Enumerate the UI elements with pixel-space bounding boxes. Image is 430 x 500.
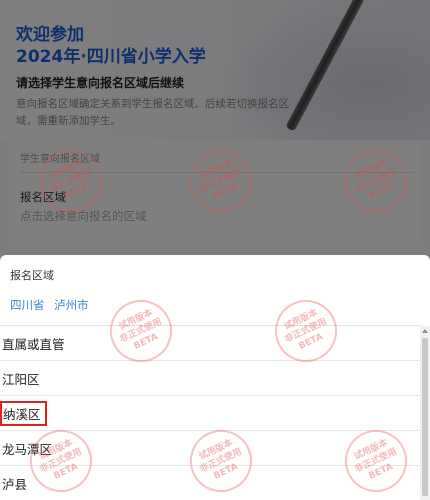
area-option-naxi[interactable]: 纳溪区 [0, 396, 420, 431]
option-label: 泸县 [2, 476, 28, 492]
area-option-jiangyang[interactable]: 江阳区 [0, 361, 420, 396]
breadcrumb: 四川省 泸州市 [10, 297, 95, 313]
option-scrollbar[interactable] [420, 326, 430, 500]
option-label: 江阳区 [2, 371, 40, 387]
scroll-up-arrow-icon[interactable] [422, 329, 428, 333]
breadcrumb-province[interactable]: 四川省 [10, 298, 45, 312]
option-label: 纳溪区 [0, 400, 47, 426]
picker-title: 报名区域 [10, 269, 54, 282]
scroll-thumb[interactable] [422, 338, 428, 496]
option-label: 直属或直管 [2, 336, 65, 352]
breadcrumb-city[interactable]: 泸州市 [54, 298, 89, 312]
area-option-direct[interactable]: 直属或直管 [0, 326, 420, 361]
